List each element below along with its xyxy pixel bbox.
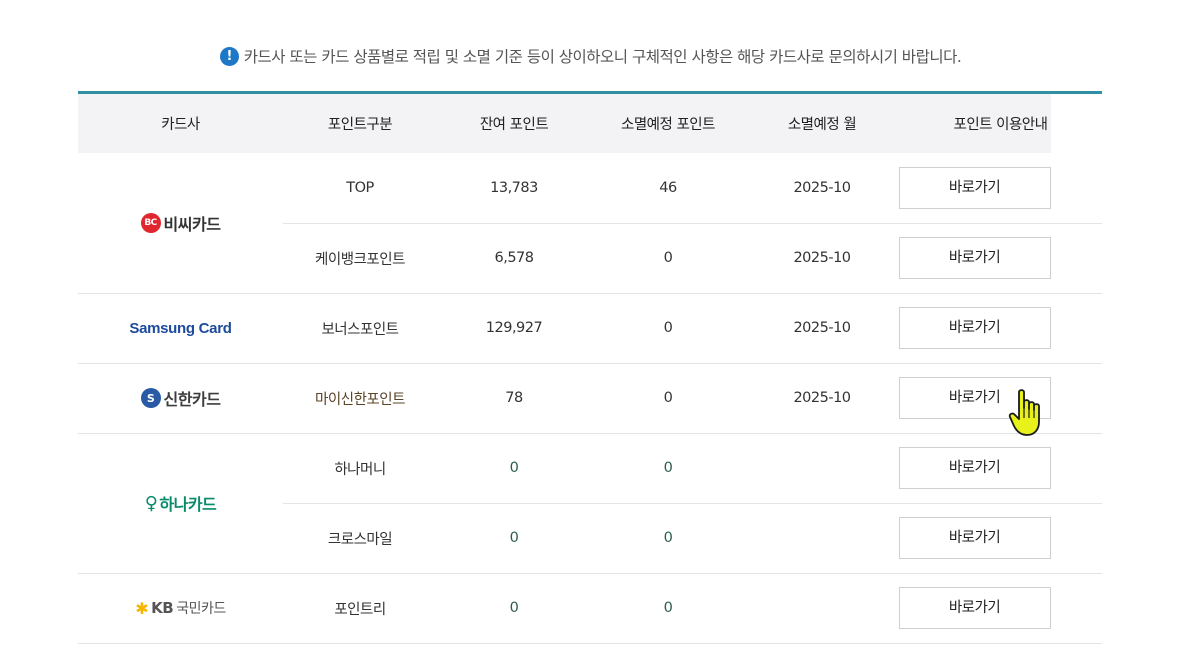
shinhan-logo-icon: S (140, 388, 161, 408)
expiring-month: 2025-10 (745, 223, 899, 294)
samsung-card-logo: Samsung Card (129, 319, 232, 337)
point-type: TOP (283, 153, 437, 224)
guide-cell: 바로가기 (898, 503, 1102, 574)
header-expiring-month: 소멸예정 월 (745, 94, 899, 153)
kb-star-icon: ✱ (135, 598, 149, 618)
guide-cell: 바로가기 (898, 573, 1102, 644)
point-type: 크로스마일 (283, 503, 437, 574)
expiring-month: 2025-10 (745, 153, 899, 224)
expiring-month (745, 503, 899, 574)
kb-card-logo: ✱ KB 국민카드 (135, 598, 226, 618)
shortcut-button[interactable]: 바로가기 (898, 447, 1051, 489)
table-row: ✱ KB 국민카드 포인트리 0 0 바로가기 (78, 573, 1102, 644)
remaining-points: 129,927 (437, 293, 591, 364)
guide-cell: 바로가기 (898, 153, 1102, 224)
bc-logo-icon: BC (140, 212, 161, 233)
guide-cell: 바로가기 (898, 433, 1102, 504)
shortcut-button[interactable]: 바로가기 (898, 166, 1051, 209)
remaining-points: 13,783 (437, 153, 591, 224)
table-row: S 신한카드 마이신한포인트 78 0 2025-10 바로가기 (78, 363, 1102, 434)
guide-cell: 바로가기 (898, 363, 1102, 434)
points-table: 카드사 포인트구분 잔여 포인트 소멸예정 포인트 소멸예정 월 포인트 이용안… (78, 94, 1102, 644)
point-type: 하나머니 (283, 433, 437, 504)
expiring-month (745, 573, 899, 644)
point-type: 포인트리 (283, 573, 437, 644)
table-row: ♀ 하나카드 하나머니 0 0 바로가기 (78, 433, 1102, 574)
guide-cell: 바로가기 (898, 223, 1102, 294)
hand-pointer-icon (1008, 389, 1040, 436)
header-issuer: 카드사 (78, 94, 283, 153)
issuer-cell-hana: ♀ 하나카드 (78, 433, 283, 574)
expiring-points: 46 (591, 153, 745, 224)
remaining-points: 0 (437, 503, 591, 574)
issuer-cell-shinhan: S 신한카드 (78, 363, 283, 434)
point-type: 케이뱅크포인트 (283, 223, 437, 294)
shortcut-button[interactable]: 바로가기 (898, 517, 1051, 559)
table-row: Samsung Card 보너스포인트 129,927 0 2025-10 바로… (78, 293, 1102, 364)
points-table-container: 카드사 포인트구분 잔여 포인트 소멸예정 포인트 소멸예정 월 포인트 이용안… (78, 91, 1102, 644)
remaining-points: 0 (437, 573, 591, 644)
header-guide: 포인트 이용안내 (899, 94, 1102, 153)
shortcut-button[interactable]: 바로가기 (898, 587, 1051, 629)
expiring-points: 0 (591, 433, 745, 504)
expiring-month (745, 433, 899, 504)
header-expiring: 소멸예정 포인트 (591, 94, 745, 153)
header-remaining: 잔여 포인트 (437, 94, 591, 153)
remaining-points: 6,578 (437, 223, 591, 294)
remaining-points: 0 (437, 433, 591, 504)
guide-cell: 바로가기 (898, 293, 1102, 364)
expiring-month: 2025-10 (745, 293, 899, 364)
notice-text: 카드사 또는 카드 상품별로 적립 및 소멸 기준 등이 상이하오니 구체적인 … (243, 48, 962, 66)
issuer-cell-samsung: Samsung Card (78, 293, 283, 364)
bc-card-logo: BC 비씨카드 (140, 211, 221, 235)
table-row: BC 비씨카드 TOP 13,783 46 2025-10 바로가기 (78, 153, 1102, 294)
hana-card-logo: ♀ 하나카드 (144, 492, 217, 515)
hana-logo-icon: ♀ (144, 492, 158, 514)
remaining-points: 78 (437, 363, 591, 434)
expiring-month: 2025-10 (745, 363, 899, 434)
issuer-cell-kb: ✱ KB 국민카드 (78, 573, 283, 644)
expiring-points: 0 (591, 293, 745, 364)
point-type: 보너스포인트 (283, 293, 437, 364)
shortcut-button[interactable]: 바로가기 (898, 237, 1051, 279)
expiring-points: 0 (591, 363, 745, 434)
shortcut-button[interactable]: 바로가기 (898, 307, 1051, 349)
table-header-row: 카드사 포인트구분 잔여 포인트 소멸예정 포인트 소멸예정 월 포인트 이용안… (78, 94, 1102, 153)
expiring-points: 0 (591, 503, 745, 574)
expiring-points: 0 (591, 573, 745, 644)
header-point-type: 포인트구분 (283, 94, 437, 153)
shinhan-card-logo: S 신한카드 (140, 386, 221, 410)
info-icon: ! (219, 46, 239, 66)
expiring-points: 0 (591, 223, 745, 294)
issuer-cell-bc: BC 비씨카드 (78, 153, 283, 294)
point-type: 마이신한포인트 (283, 363, 437, 434)
notice-banner: ! 카드사 또는 카드 상품별로 적립 및 소멸 기준 등이 상이하오니 구체적… (0, 42, 1181, 70)
